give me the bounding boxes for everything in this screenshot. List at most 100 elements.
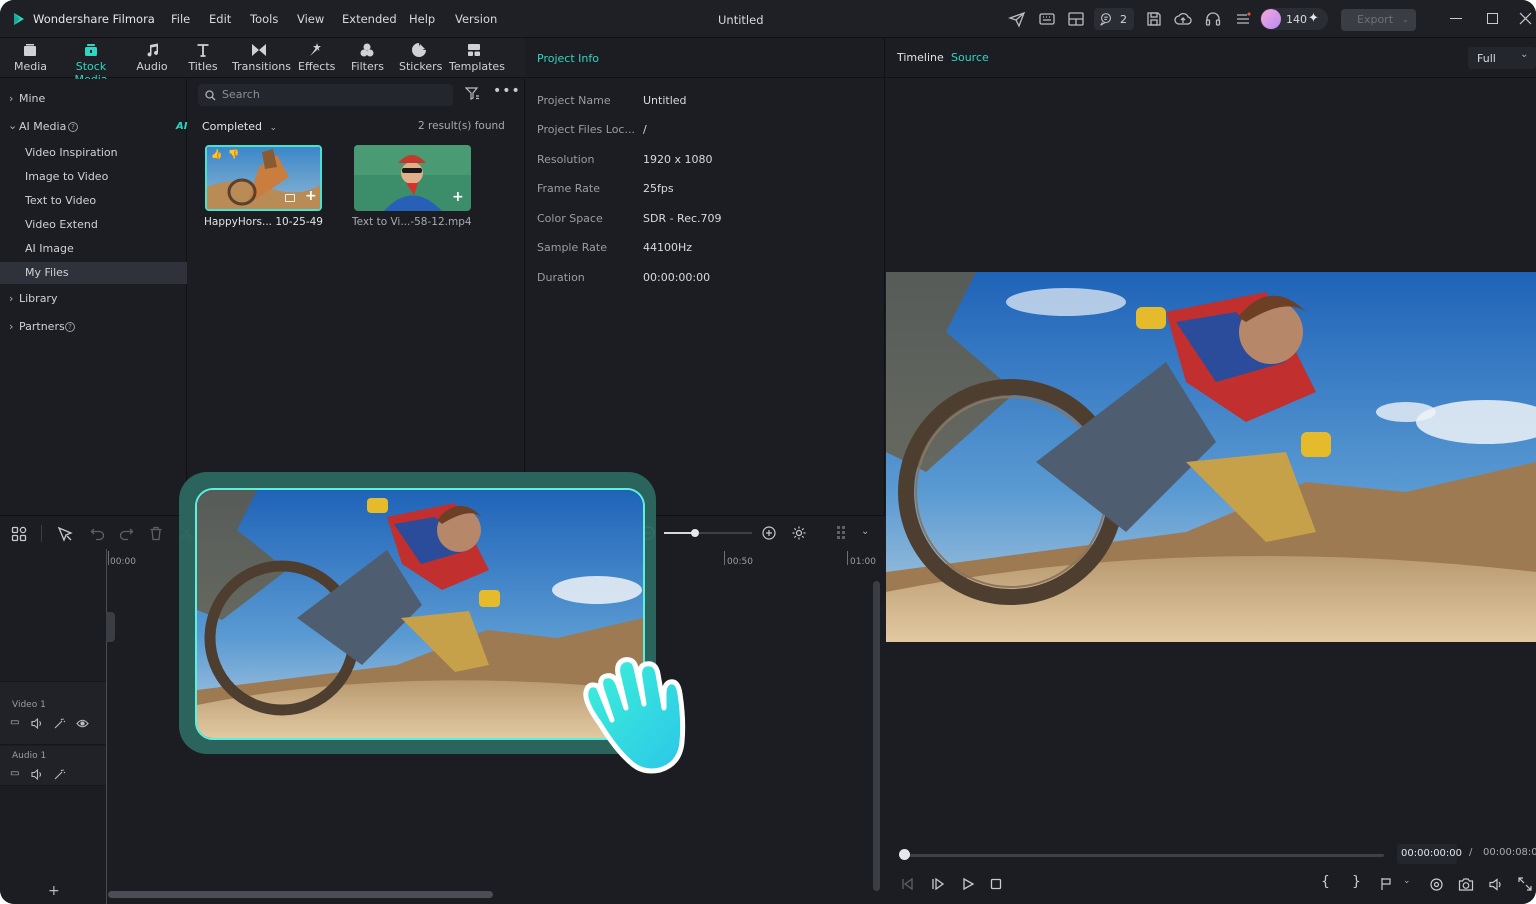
filter-dropdown[interactable]: Completed ⌄ — [202, 120, 277, 133]
minimize-icon[interactable] — [1450, 18, 1462, 19]
current-time-field[interactable]: 00:00:00:00 — [1397, 844, 1462, 864]
magic-wand-icon[interactable] — [54, 718, 66, 729]
tab-filters[interactable]: Filters — [351, 42, 384, 73]
grid-layout-icon[interactable] — [11, 526, 27, 542]
zoom-slider-handle[interactable] — [690, 529, 699, 537]
magic-wand-icon[interactable] — [54, 769, 66, 780]
add-icon[interactable]: + — [305, 188, 317, 204]
sidebar-item-video-extend[interactable]: Video Extend — [0, 214, 187, 236]
credits-pill[interactable]: 140 ✦ — [1260, 8, 1328, 30]
menu-version[interactable]: Version — [455, 12, 497, 26]
volume-icon[interactable] — [1488, 877, 1503, 892]
next-frame-icon[interactable] — [931, 877, 945, 891]
sidebar-item-ai-image[interactable]: AI Image — [0, 238, 187, 260]
tab-templates[interactable]: Templates — [449, 42, 505, 73]
search-input[interactable]: Search — [198, 84, 453, 106]
tab-titles[interactable]: Titles — [187, 42, 219, 73]
media-item-happyhorse[interactable]: 👍 👎 + — [205, 145, 322, 211]
folder-icon[interactable]: ▭ — [10, 768, 19, 779]
chevron-down-icon[interactable]: ⌄ — [861, 526, 869, 537]
speaker-icon[interactable] — [31, 718, 43, 729]
cloud-upload-icon[interactable] — [1174, 10, 1192, 28]
thumbs-down-icon[interactable]: 👎 — [228, 150, 239, 160]
sidebar-item-library[interactable]: › Library — [0, 288, 187, 310]
folder-icon[interactable]: ▭ — [10, 717, 19, 728]
collaboration-button[interactable]: 2 — [1094, 8, 1134, 30]
sidebar-item-label: Video Extend — [25, 218, 98, 231]
sample-rate-label: Sample Rate — [537, 241, 607, 254]
menu-view[interactable]: View — [297, 12, 324, 26]
fullscreen-icon[interactable] — [1518, 877, 1532, 891]
save-icon[interactable] — [1145, 10, 1163, 28]
vertical-scrollbar[interactable] — [873, 581, 880, 891]
sample-rate-value: 44100Hz — [643, 241, 693, 254]
export-button[interactable]: Export ⌄ — [1341, 9, 1416, 31]
headset-icon[interactable] — [1204, 10, 1222, 28]
media-item-text-to-video[interactable]: + — [354, 145, 471, 211]
avatar[interactable] — [1261, 9, 1281, 29]
help-icon[interactable]: ? — [65, 322, 75, 332]
tab-source[interactable]: Source — [951, 51, 989, 64]
sidebar-item-my-files[interactable]: My Files — [0, 262, 187, 284]
quality-select[interactable]: Full ⌄ — [1468, 47, 1536, 69]
maximize-icon[interactable] — [1487, 13, 1498, 24]
previous-frame-icon[interactable] — [900, 877, 914, 891]
mark-in-icon[interactable]: { — [1321, 874, 1330, 890]
filter-icon[interactable] — [465, 86, 480, 101]
horizontal-scrollbar[interactable] — [108, 891, 493, 898]
music-note-icon — [147, 43, 158, 57]
close-icon[interactable] — [1519, 12, 1532, 25]
tab-media[interactable]: Media — [14, 42, 47, 73]
add-track-button[interactable]: + — [48, 883, 60, 899]
snapshot-icon[interactable] — [1458, 877, 1474, 892]
delete-icon[interactable] — [149, 526, 163, 541]
color-space-label: Color Space — [537, 212, 603, 225]
help-icon[interactable]: ? — [68, 122, 78, 132]
credits-count: 140 — [1286, 13, 1307, 26]
sidebar-item-video-inspiration[interactable]: Video Inspiration — [0, 142, 187, 164]
menu-list-icon[interactable] — [1234, 10, 1252, 28]
chevron-down-icon[interactable]: ⌄ — [1403, 876, 1411, 886]
settings-display-icon[interactable] — [1429, 877, 1444, 892]
zoom-slider[interactable] — [664, 532, 752, 534]
thumbs-up-icon[interactable]: 👍 — [211, 150, 222, 160]
menu-extended[interactable]: Extended — [342, 12, 397, 26]
zoom-in-icon[interactable] — [762, 526, 776, 540]
tab-timeline[interactable]: Timeline — [897, 51, 944, 64]
add-icon[interactable]: + — [452, 189, 464, 205]
eye-icon[interactable] — [76, 718, 89, 729]
playhead-handle[interactable] — [899, 849, 910, 860]
speaker-icon[interactable] — [31, 769, 43, 780]
resolution-label: Resolution — [537, 153, 595, 166]
menu-tools[interactable]: Tools — [250, 12, 278, 26]
select-tool-icon[interactable] — [57, 526, 73, 542]
mark-out-icon[interactable]: } — [1352, 874, 1361, 890]
tab-audio[interactable]: Audio — [136, 42, 168, 73]
sidebar-item-image-to-video[interactable]: Image to Video — [0, 166, 187, 188]
ruler-tick — [847, 551, 848, 565]
track-resize-handle[interactable] — [106, 612, 115, 642]
sidebar-item-ai-media[interactable]: ⌄ AI Media ? AI — [0, 116, 187, 138]
more-options-icon[interactable]: ••• — [493, 83, 521, 99]
playback-progress-bar[interactable] — [902, 854, 1384, 857]
menu-help[interactable]: Help — [409, 12, 435, 26]
menu-file[interactable]: File — [171, 12, 190, 26]
sidebar-item-partners[interactable]: › Partners ? — [0, 316, 187, 338]
stop-icon[interactable] — [990, 878, 1002, 890]
layout-icon[interactable] — [1067, 10, 1085, 28]
tab-transitions[interactable]: Transitions — [232, 42, 291, 73]
send-icon[interactable] — [1008, 10, 1026, 28]
undo-icon[interactable] — [90, 526, 105, 541]
view-toggle-icon[interactable] — [836, 525, 852, 542]
sidebar-item-text-to-video[interactable]: Text to Video — [0, 190, 187, 212]
marker-icon[interactable] — [1379, 877, 1393, 891]
tab-stickers[interactable]: Stickers — [399, 42, 442, 73]
tab-effects[interactable]: Effects — [298, 42, 335, 73]
timeline-cursor[interactable] — [106, 549, 107, 904]
timeline-settings-icon[interactable] — [791, 525, 807, 541]
sidebar-item-mine[interactable]: › Mine — [0, 88, 187, 110]
redo-icon[interactable] — [119, 526, 134, 541]
menu-edit[interactable]: Edit — [209, 12, 231, 26]
play-icon[interactable] — [961, 877, 975, 891]
keyboard-icon[interactable] — [1038, 10, 1056, 28]
